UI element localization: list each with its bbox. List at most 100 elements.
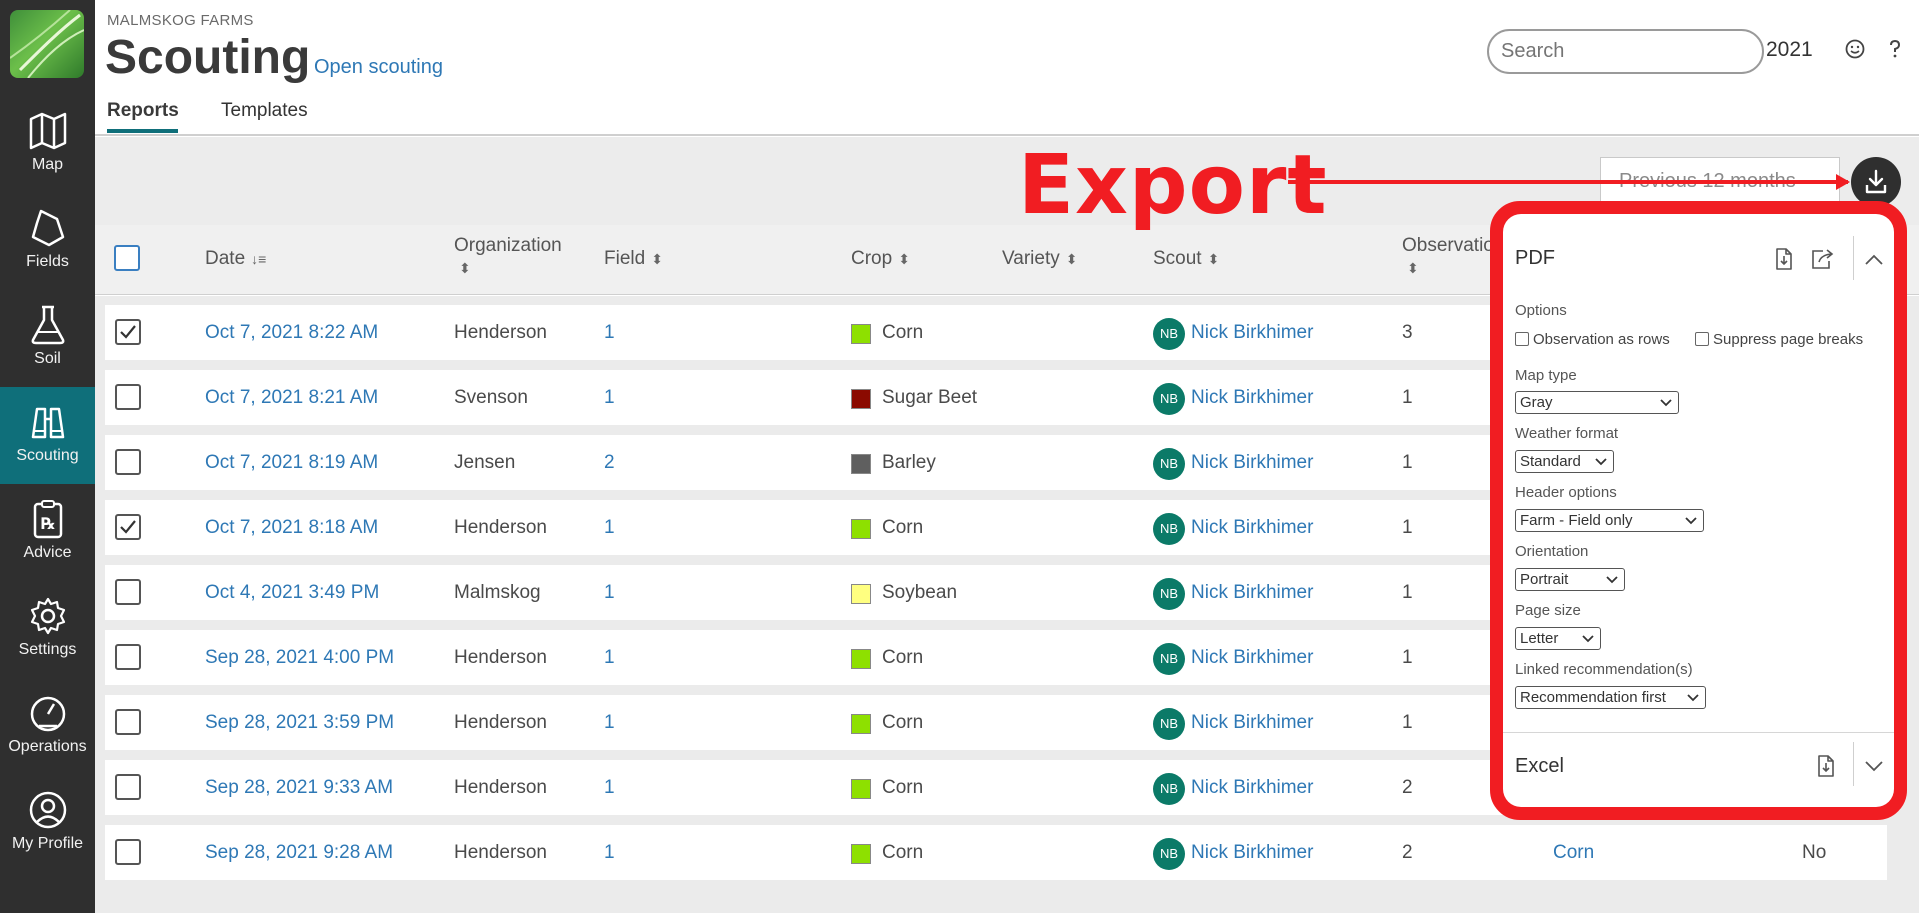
row-checkbox[interactable] bbox=[115, 514, 141, 540]
sidebar-item-map[interactable]: Map bbox=[0, 96, 95, 193]
tab-reports[interactable]: Reports bbox=[107, 100, 179, 122]
row-organization: Jensen bbox=[454, 452, 516, 473]
row-scout-link[interactable]: Nick Birkhimer bbox=[1191, 322, 1313, 344]
tab-templates[interactable]: Templates bbox=[221, 100, 308, 122]
row-checkbox[interactable] bbox=[115, 709, 141, 735]
avatar: NB bbox=[1153, 513, 1185, 545]
sidebar-item-fields[interactable]: Fields bbox=[0, 193, 95, 290]
table-row[interactable]: Sep 28, 2021 9:28 AM Henderson 1 Corn NB… bbox=[105, 825, 1887, 880]
binoculars-icon bbox=[31, 407, 65, 439]
row-crop: Corn bbox=[882, 517, 924, 538]
download-icon bbox=[1865, 169, 1887, 194]
row-date-link[interactable]: Sep 28, 2021 9:33 AM bbox=[205, 777, 393, 799]
select-all-checkbox[interactable] bbox=[114, 245, 140, 271]
search-input[interactable] bbox=[1501, 31, 1741, 71]
column-header-field[interactable]: Field ⬍ bbox=[604, 248, 663, 270]
smiley-icon[interactable] bbox=[1844, 38, 1866, 60]
row-date-link[interactable]: Sep 28, 2021 3:59 PM bbox=[205, 712, 394, 734]
sidebar-item-my-profile[interactable]: My Profile bbox=[0, 775, 95, 872]
app-logo[interactable] bbox=[10, 10, 84, 78]
row-scout-link[interactable]: Nick Birkhimer bbox=[1191, 842, 1313, 864]
column-header-variety[interactable]: Variety ⬍ bbox=[1002, 248, 1077, 270]
row-checkbox[interactable] bbox=[115, 319, 141, 345]
row-crop: Barley bbox=[882, 452, 936, 473]
row-organization: Svenson bbox=[454, 387, 528, 408]
row-scout-link[interactable]: Nick Birkhimer bbox=[1191, 387, 1313, 409]
row-field-link[interactable]: 1 bbox=[604, 647, 615, 669]
page-size-select[interactable]: Letter bbox=[1515, 627, 1601, 650]
column-header-observations[interactable]: Observatio ⬍ bbox=[1402, 235, 1494, 279]
row-date-link[interactable]: Oct 4, 2021 3:49 PM bbox=[205, 582, 379, 604]
row-scout-link[interactable]: Nick Birkhimer bbox=[1191, 647, 1313, 669]
row-scout-link[interactable]: Nick Birkhimer bbox=[1191, 582, 1313, 604]
sort-desc-icon: ↓≡ bbox=[251, 251, 267, 267]
row-date-link[interactable]: Oct 7, 2021 8:21 AM bbox=[205, 387, 378, 409]
row-date-link[interactable]: Sep 28, 2021 4:00 PM bbox=[205, 647, 394, 669]
orientation-select[interactable]: Portrait bbox=[1515, 568, 1625, 591]
crop-color-swatch bbox=[851, 714, 871, 734]
row-crop-link[interactable]: Corn bbox=[1553, 842, 1594, 864]
search-box[interactable] bbox=[1487, 29, 1764, 74]
row-scout-link[interactable]: Nick Birkhimer bbox=[1191, 452, 1313, 474]
linked-recommendations-select[interactable]: Recommendation first bbox=[1515, 686, 1706, 709]
sidebar-item-scouting[interactable]: Scouting bbox=[0, 387, 95, 484]
sidebar-item-operations[interactable]: Operations bbox=[0, 678, 95, 775]
checkbox-box[interactable] bbox=[1515, 332, 1529, 346]
weather-format-select[interactable]: Standard bbox=[1515, 450, 1614, 473]
map-type-select[interactable]: Gray bbox=[1515, 391, 1679, 414]
sidebar-item-soil[interactable]: Soil bbox=[0, 290, 95, 387]
sidebar-item-label: Operations bbox=[8, 738, 87, 755]
suppress-page-breaks-checkbox[interactable]: Suppress page breaks bbox=[1695, 331, 1863, 348]
row-scout-link[interactable]: Nick Birkhimer bbox=[1191, 517, 1313, 539]
column-header-crop[interactable]: Crop ⬍ bbox=[851, 248, 910, 270]
sidebar-item-label: Soil bbox=[34, 350, 61, 367]
pdf-download-icon[interactable] bbox=[1773, 247, 1795, 271]
column-header-scout[interactable]: Scout ⬍ bbox=[1153, 248, 1219, 270]
row-field-link[interactable]: 1 bbox=[604, 712, 615, 734]
column-header-date[interactable]: Date ↓≡ bbox=[205, 248, 266, 270]
period-select[interactable]: Previous 12 months bbox=[1600, 157, 1840, 205]
row-scout-link[interactable]: Nick Birkhimer bbox=[1191, 712, 1313, 734]
sidebar-item-settings[interactable]: Settings bbox=[0, 581, 95, 678]
pdf-section-title[interactable]: PDF bbox=[1515, 247, 1555, 270]
row-field-link[interactable]: 1 bbox=[604, 517, 615, 539]
row-checkbox[interactable] bbox=[115, 449, 141, 475]
row-field-link[interactable]: 1 bbox=[604, 387, 615, 409]
column-header-organization[interactable]: Organization ⬍ bbox=[454, 235, 562, 279]
row-date-link[interactable]: Sep 28, 2021 9:28 AM bbox=[205, 842, 393, 864]
avatar: NB bbox=[1153, 773, 1185, 805]
row-observation-count: 1 bbox=[1402, 712, 1413, 733]
row-field-link[interactable]: 1 bbox=[604, 842, 615, 864]
row-date-link[interactable]: Oct 7, 2021 8:22 AM bbox=[205, 322, 378, 344]
export-button[interactable] bbox=[1851, 157, 1901, 207]
sidebar-item-advice[interactable]: ℞ Advice bbox=[0, 484, 95, 581]
excel-section-title[interactable]: Excel bbox=[1515, 755, 1564, 778]
chevron-down-icon[interactable] bbox=[1863, 754, 1885, 778]
row-date-link[interactable]: Oct 7, 2021 8:19 AM bbox=[205, 452, 378, 474]
avatar: NB bbox=[1153, 708, 1185, 740]
row-checkbox[interactable] bbox=[115, 774, 141, 800]
row-scout-link[interactable]: Nick Birkhimer bbox=[1191, 777, 1313, 799]
chevron-up-icon[interactable] bbox=[1863, 248, 1885, 272]
row-checkbox[interactable] bbox=[115, 644, 141, 670]
row-organization: Henderson bbox=[454, 517, 547, 538]
checkbox-box[interactable] bbox=[1695, 332, 1709, 346]
row-checkbox[interactable] bbox=[115, 384, 141, 410]
excel-download-icon[interactable] bbox=[1815, 754, 1837, 778]
row-checkbox[interactable] bbox=[115, 579, 141, 605]
row-field-link[interactable]: 1 bbox=[604, 777, 615, 799]
sidebar-item-label: Fields bbox=[26, 253, 69, 270]
row-field-link[interactable]: 1 bbox=[604, 582, 615, 604]
help-icon[interactable] bbox=[1884, 38, 1906, 60]
observation-as-rows-checkbox[interactable]: Observation as rows bbox=[1515, 331, 1670, 348]
share-icon[interactable] bbox=[1809, 247, 1835, 271]
row-date-link[interactable]: Oct 7, 2021 8:18 AM bbox=[205, 517, 378, 539]
year-selector[interactable]: 2021 bbox=[1766, 38, 1813, 62]
map-icon bbox=[29, 112, 67, 150]
header-options-select[interactable]: Farm - Field only bbox=[1515, 509, 1704, 532]
row-field-link[interactable]: 1 bbox=[604, 322, 615, 344]
row-checkbox[interactable] bbox=[115, 839, 141, 865]
sidebar-item-label: Map bbox=[31, 156, 64, 173]
open-scouting-link[interactable]: Open scouting bbox=[314, 56, 443, 79]
row-field-link[interactable]: 2 bbox=[604, 452, 615, 474]
